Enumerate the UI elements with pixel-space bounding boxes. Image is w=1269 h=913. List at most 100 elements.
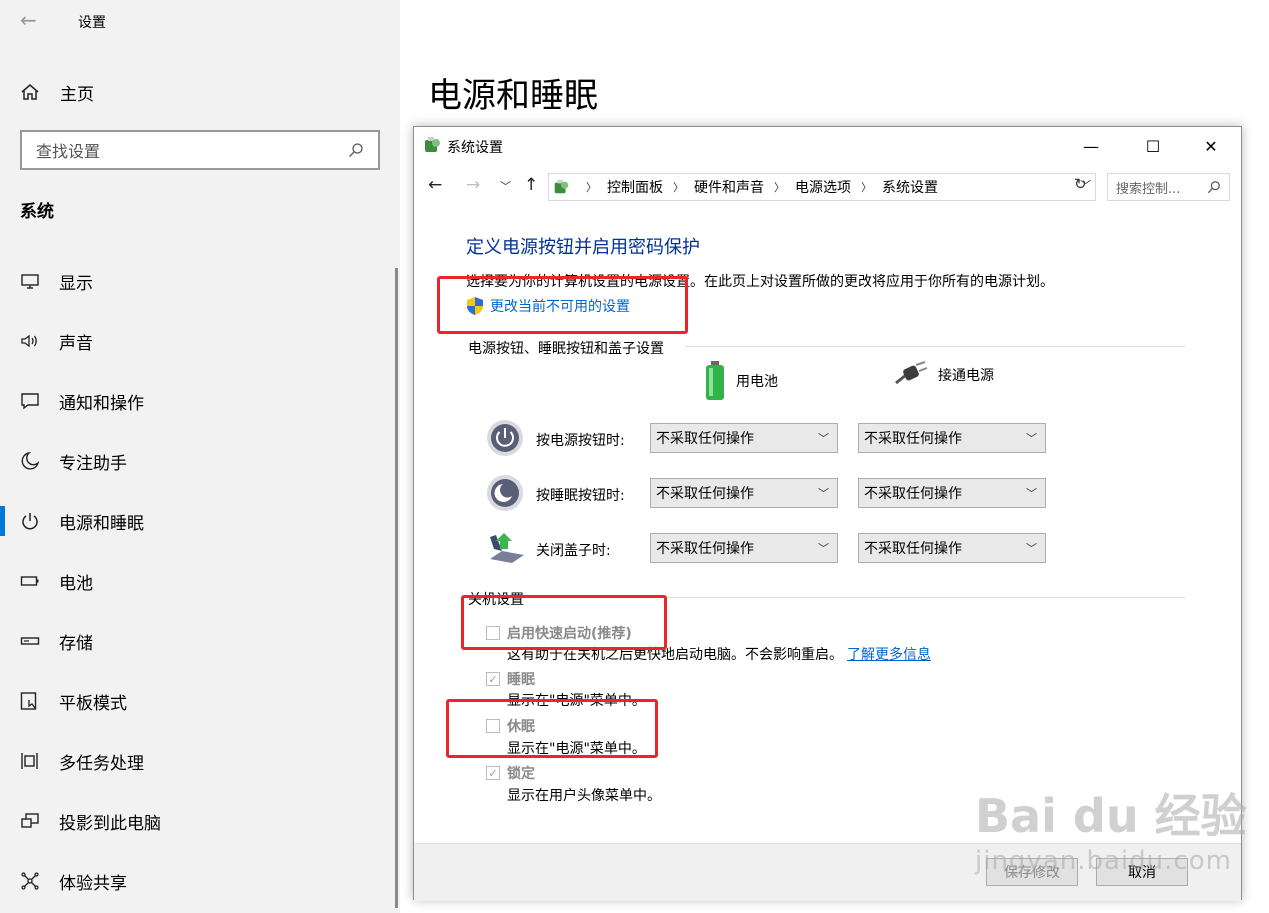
refresh-icon[interactable]: ↻: [1074, 175, 1087, 193]
search-placeholder: 查找设置: [36, 142, 101, 161]
sleep-button-icon: [487, 475, 523, 511]
search-icon: [1207, 181, 1220, 194]
chevron-down-icon: ﹀: [818, 487, 829, 500]
sidebar-scrollbar[interactable]: [395, 268, 398, 908]
chevron-down-icon: ﹀: [1026, 432, 1037, 445]
dialog-heading: 定义电源按钮并启用密码保护: [466, 237, 700, 258]
recent-dropdown-icon[interactable]: ﹀: [500, 178, 511, 194]
sidebar-nav: 显示 声音 通知和操作 专注助手 电源和睡眠 电池 存储 平板模式 多任务处理 …: [0, 251, 400, 911]
up-arrow-icon[interactable]: ↑: [524, 175, 538, 195]
dialog-title: 系统设置: [447, 140, 503, 156]
sidebar-item-storage[interactable]: 存储: [0, 611, 400, 671]
breadcrumb-item[interactable]: 控制面板: [607, 177, 663, 197]
option-label: 锁定: [507, 766, 535, 782]
sidebar-item-label: 投影到此电脑: [59, 813, 161, 834]
sleep-checkbox[interactable]: ✓: [486, 672, 500, 686]
sidebar-item-focus-assist[interactable]: 专注助手: [0, 431, 400, 491]
power-plug-icon: [895, 361, 928, 385]
chevron-down-icon: ﹀: [818, 542, 829, 555]
sleep-button-label: 按睡眠按钮时:: [536, 488, 625, 504]
chevron-right-icon[interactable]: 〉: [774, 179, 785, 195]
chevron-down-icon: ﹀: [1026, 487, 1037, 500]
back-arrow-icon[interactable]: ←: [428, 175, 442, 195]
page-title: 电源和睡眠: [428, 76, 598, 116]
section-divider: [685, 346, 1185, 347]
breadcrumb-item[interactable]: 系统设置: [882, 177, 938, 197]
sidebar-item-display[interactable]: 显示: [0, 251, 400, 311]
sidebar-item-label: 体验共享: [59, 873, 127, 894]
sidebar-item-label: 显示: [59, 273, 93, 294]
select-value: 不采取任何操作: [864, 541, 962, 557]
screen: ← 设置 主页 查找设置 系统 显示 声音 通知和操作 专注助手 电源和睡眠 电…: [0, 0, 1269, 913]
notification-icon: [20, 391, 40, 411]
battery-column-header: 用电池: [704, 361, 778, 401]
breadcrumb-item[interactable]: 电源选项: [795, 177, 851, 197]
learn-more-link[interactable]: 了解更多信息: [847, 647, 931, 663]
chevron-right-icon[interactable]: 〉: [861, 179, 872, 195]
minimize-button[interactable]: —: [1062, 127, 1120, 165]
battery-icon: [20, 571, 40, 591]
chevron-right-icon[interactable]: 〉: [586, 179, 597, 195]
battery-green-icon: [706, 361, 724, 400]
sleep-button-battery-select[interactable]: 不采取任何操作 ﹀: [650, 478, 838, 508]
chevron-right-icon[interactable]: 〉: [673, 179, 684, 195]
chevron-down-icon: ﹀: [1026, 542, 1037, 555]
close-button[interactable]: ✕: [1182, 127, 1240, 165]
sidebar-item-label: 电池: [59, 573, 93, 594]
section-title: 系统: [20, 202, 54, 222]
sidebar-item-shared-experiences[interactable]: 体验共享: [0, 851, 400, 911]
dialog-navbar: ← → ﹀ ↑ 〉 控制面板 〉 硬件和声音 〉 电源选项 〉 系统设置 ﹀ ↻…: [414, 169, 1241, 205]
lock-option[interactable]: ✓ 锁定: [486, 763, 535, 783]
sidebar-item-project-to-pc[interactable]: 投影到此电脑: [0, 791, 400, 851]
plugged-column-header: 接通电源: [892, 361, 994, 389]
sidebar-item-multitasking[interactable]: 多任务处理: [0, 731, 400, 791]
annotation-box: [446, 699, 658, 758]
home-icon: [21, 84, 39, 100]
power-button-plugged-select[interactable]: 不采取任何操作 ﹀: [858, 423, 1046, 453]
sleep-option[interactable]: ✓ 睡眠: [486, 669, 535, 689]
multitask-icon: [20, 751, 40, 771]
moon-icon: [20, 451, 40, 471]
sidebar-item-label: 电源和睡眠: [59, 513, 144, 534]
settings-sidebar: ← 设置 主页 查找设置 系统 显示 声音 通知和操作 专注助手 电源和睡眠 电…: [0, 0, 400, 913]
option-label: 睡眠: [507, 672, 535, 688]
sleep-button-plugged-select[interactable]: 不采取任何操作 ﹀: [858, 478, 1046, 508]
nav-home[interactable]: 主页: [20, 78, 94, 106]
sidebar-item-label: 通知和操作: [59, 393, 144, 414]
sidebar-item-power-sleep[interactable]: 电源和睡眠: [0, 491, 400, 551]
baidu-watermark: Bai du 经验 jingyan.baidu.com: [975, 780, 1247, 876]
select-value: 不采取任何操作: [656, 541, 754, 557]
sidebar-item-battery[interactable]: 电池: [0, 551, 400, 611]
select-value: 不采取任何操作: [656, 486, 754, 502]
lock-checkbox[interactable]: ✓: [486, 766, 500, 780]
select-value: 不采取任何操作: [864, 486, 962, 502]
share-icon: [20, 871, 40, 891]
settings-search-input[interactable]: 查找设置: [20, 130, 380, 170]
lid-close-battery-select[interactable]: 不采取任何操作 ﹀: [650, 533, 838, 563]
sidebar-item-notifications[interactable]: 通知和操作: [0, 371, 400, 431]
forward-arrow-icon[interactable]: →: [466, 175, 480, 195]
sidebar-item-tablet-mode[interactable]: 平板模式: [0, 671, 400, 731]
back-arrow-icon[interactable]: ←: [20, 8, 37, 32]
select-value: 不采取任何操作: [656, 431, 754, 447]
sidebar-item-label: 声音: [59, 333, 93, 354]
sidebar-item-label: 多任务处理: [59, 753, 144, 774]
annotation-box: [437, 276, 688, 334]
dialog-titlebar[interactable]: 系统设置 — ☐ ✕: [414, 127, 1241, 165]
watermark-url: jingyan.baidu.com: [975, 846, 1232, 876]
buttons-section-label: 电源按钮、睡眠按钮和盖子设置: [468, 341, 664, 357]
home-label: 主页: [60, 84, 94, 105]
watermark-logo: Bai du 经验: [975, 789, 1247, 843]
storage-icon: [20, 631, 40, 651]
maximize-button[interactable]: ☐: [1124, 127, 1182, 165]
lid-close-plugged-select[interactable]: 不采取任何操作 ﹀: [858, 533, 1046, 563]
annotation-box: [461, 595, 667, 650]
sidebar-item-sound[interactable]: 声音: [0, 311, 400, 371]
control-panel-search-input[interactable]: 搜索控制...: [1107, 173, 1230, 201]
breadcrumb-item[interactable]: 硬件和声音: [694, 177, 764, 197]
plugged-column-label: 接通电源: [938, 368, 994, 384]
address-bar[interactable]: 〉 控制面板 〉 硬件和声音 〉 电源选项 〉 系统设置 ﹀: [548, 173, 1096, 201]
power-button-icon: [487, 420, 523, 456]
sidebar-item-label: 存储: [59, 633, 93, 654]
power-button-battery-select[interactable]: 不采取任何操作 ﹀: [650, 423, 838, 453]
